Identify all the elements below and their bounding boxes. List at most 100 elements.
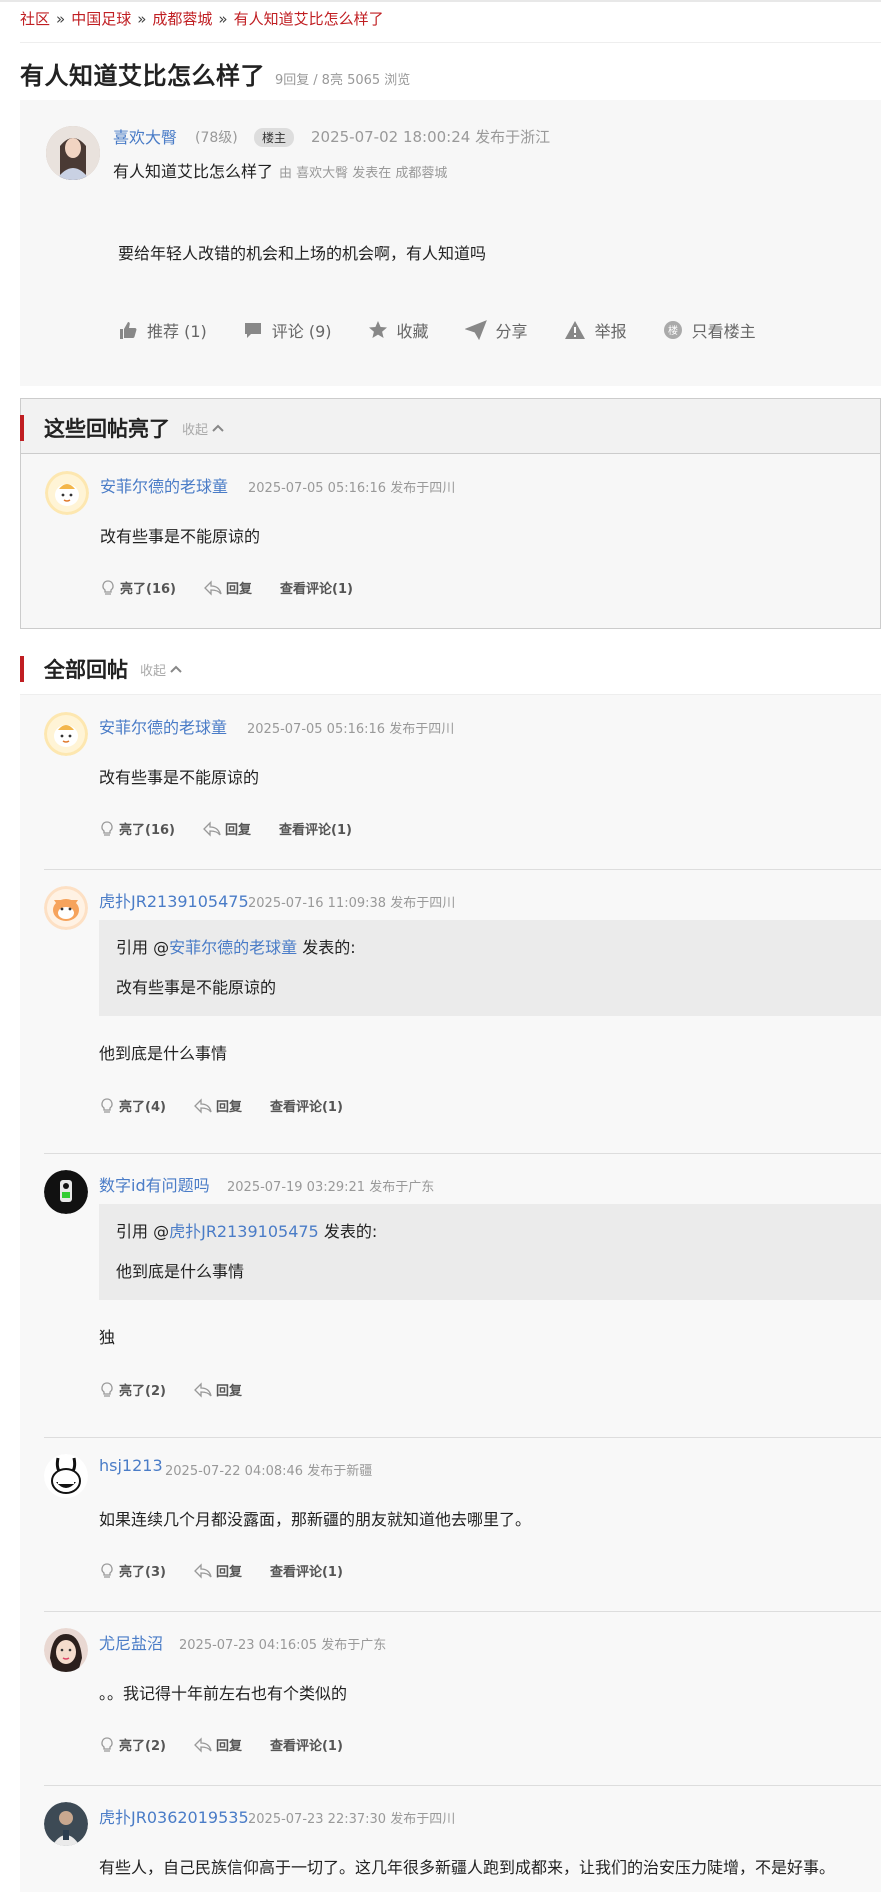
reply-button[interactable]: 回复 xyxy=(194,1380,242,1399)
thread-title: 有人知道艾比怎么样了 xyxy=(20,62,265,90)
avatar[interactable] xyxy=(45,471,89,515)
bulb-icon xyxy=(101,1562,113,1578)
reply-username[interactable]: 数字id有问题吗 xyxy=(99,1172,210,1196)
quote-block: 引用 @安菲尔德的老球童 发表的: 改有些事是不能原谅的 xyxy=(99,920,881,1016)
reply-button[interactable]: 回复 xyxy=(203,819,251,838)
reply-username[interactable]: 虎扑JR2139105475 xyxy=(99,888,249,912)
reply-arrow-icon xyxy=(203,820,221,837)
light-button[interactable]: 亮了(16) xyxy=(100,578,176,597)
bulb-icon xyxy=(101,1381,113,1397)
op-username[interactable]: 喜欢大臀 xyxy=(113,124,177,148)
reply-actions: 亮了(16) 回复 查看评论(1) xyxy=(99,819,380,838)
reply-button[interactable]: 回复 xyxy=(194,1561,242,1580)
star-icon xyxy=(368,321,387,338)
op-body: 要给年轻人改错的机会和上场的机会啊，有人知道吗 xyxy=(118,244,487,263)
reply-username[interactable]: 尤尼盐沼 xyxy=(99,1630,163,1654)
reply-actions: 亮了(2) 回复 xyxy=(99,1380,270,1399)
breadcrumb-current-thread[interactable]: 有人知道艾比怎么样了 xyxy=(234,10,384,28)
avatar[interactable] xyxy=(44,1454,88,1498)
view-comments-button[interactable]: 查看评论(1) xyxy=(279,819,352,838)
reply-time: 2025-07-05 05:16:16 发布于四川 xyxy=(247,722,455,737)
avatar[interactable] xyxy=(44,1802,88,1846)
floor-icon: 楼 xyxy=(663,321,682,339)
reply-actions: 亮了(16) 回复 查看评论(1) xyxy=(100,578,381,597)
reply-item: 尤尼盐沼 2025-07-23 04:16:05 发布于广东 。。我记得十年前左… xyxy=(20,1612,881,1786)
reply-button[interactable]: 回复 xyxy=(194,1735,242,1754)
reply-username[interactable]: hsj1213 xyxy=(99,1456,163,1475)
avatar[interactable] xyxy=(44,886,88,930)
light-button[interactable]: 亮了(4) xyxy=(99,1096,166,1115)
avatar[interactable] xyxy=(44,1170,88,1214)
light-button[interactable]: 亮了(2) xyxy=(99,1735,166,1754)
favorite-button[interactable]: 收藏 xyxy=(368,318,429,342)
quote-text: 改有些事是不能原谅的 xyxy=(116,978,277,997)
top-border xyxy=(0,0,881,2)
all-replies-title: 全部回帖 xyxy=(44,658,128,682)
reply-button[interactable]: 回复 xyxy=(204,578,252,597)
reply-text: 。。我记得十年前左右也有个类似的 xyxy=(99,1684,348,1703)
reply-arrow-icon xyxy=(194,1381,212,1398)
reply-text: 他到底是什么事情 xyxy=(99,1044,228,1063)
view-comments-button[interactable]: 查看评论(1) xyxy=(270,1735,343,1754)
light-button[interactable]: 亮了(2) xyxy=(99,1380,166,1399)
reply-button[interactable]: 回复 xyxy=(194,1096,242,1115)
hot-reply-item: 安菲尔德的老球童 2025-07-05 05:16:16 发布于四川 改有些事是… xyxy=(21,455,881,629)
all-replies-header: 全部回帖 收起 xyxy=(20,654,182,684)
quote-username[interactable]: 虎扑JR2139105475 xyxy=(169,1222,319,1241)
reply-time: 2025-07-05 05:16:16 发布于四川 xyxy=(248,481,456,496)
only-op-button[interactable]: 楼 只看楼主 xyxy=(663,318,756,342)
bulb-icon xyxy=(101,1736,113,1752)
comment-icon xyxy=(244,323,261,338)
light-button[interactable]: 亮了(3) xyxy=(99,1561,166,1580)
reply-item: hsj1213 2025-07-22 04:08:46 发布于新疆 如果连续几个… xyxy=(20,1438,881,1612)
op-avatar[interactable] xyxy=(46,126,100,180)
svg-text:楼: 楼 xyxy=(668,324,678,337)
breadcrumb-chengdu-rongcheng[interactable]: 成都蓉城 xyxy=(152,10,212,28)
comment-button[interactable]: 评论 (9) xyxy=(243,318,332,342)
reply-time: 2025-07-22 04:08:46 发布于新疆 xyxy=(165,1464,373,1479)
thumbs-up-icon xyxy=(120,322,137,339)
breadcrumb-separator: » xyxy=(218,10,228,28)
op-post-time: 2025-07-02 18:00:24 发布于浙江 xyxy=(311,128,551,146)
chevron-up-icon xyxy=(212,424,224,432)
breadcrumb-divider xyxy=(20,42,881,43)
reply-actions: 亮了(3) 回复 查看评论(1) xyxy=(99,1561,371,1580)
light-count: 8亮 xyxy=(321,73,343,88)
avatar[interactable] xyxy=(44,1628,88,1672)
hot-replies-title: 这些回帖亮了 xyxy=(44,417,170,441)
reply-time: 2025-07-16 11:09:38 发布于四川 xyxy=(248,896,456,911)
reply-time: 2025-07-23 04:16:05 发布于广东 xyxy=(179,1638,387,1653)
all-collapse-toggle[interactable]: 收起 xyxy=(140,660,182,679)
op-badge: 楼主 xyxy=(254,128,295,147)
view-comments-button[interactable]: 查看评论(1) xyxy=(280,578,353,597)
reply-username[interactable]: 安菲尔德的老球童 xyxy=(99,714,227,738)
report-button[interactable]: 举报 xyxy=(564,318,627,342)
quote-text: 他到底是什么事情 xyxy=(116,1262,245,1281)
breadcrumb-community[interactable]: 社区 xyxy=(20,10,50,28)
warning-icon xyxy=(564,321,585,339)
avatar[interactable] xyxy=(44,712,88,756)
reply-item: 虎扑JR0362019535 2025-07-23 22:37:30 发布于四川… xyxy=(20,1786,881,1892)
share-button[interactable]: 分享 xyxy=(464,318,528,342)
reply-text: 有些人，自己民族信仰高于一切了。这几年很多新疆人跑到成都来，让我们的治安压力陡增… xyxy=(99,1858,836,1877)
reply-username[interactable]: 安菲尔德的老球童 xyxy=(100,473,228,497)
view-count: 5065 浏览 xyxy=(347,73,411,88)
thread-header: 有人知道艾比怎么样了 9回复/8亮 5065 浏览 xyxy=(20,56,410,91)
bulb-icon xyxy=(101,1097,113,1113)
quote-username[interactable]: 安菲尔德的老球童 xyxy=(169,938,297,957)
paper-plane-icon xyxy=(464,320,487,340)
breadcrumb-china-football[interactable]: 中国足球 xyxy=(71,10,131,28)
op-subtitle: 有人知道艾比怎么样了由 喜欢大臀 发表在 成都蓉城 xyxy=(113,162,448,181)
reply-text: 改有些事是不能原谅的 xyxy=(99,768,260,787)
reply-username[interactable]: 虎扑JR0362019535 xyxy=(99,1804,249,1828)
recommend-button[interactable]: 推荐 (1) xyxy=(118,318,207,342)
reply-item: 数字id有问题吗 2025-07-19 03:29:21 发布于广东 引用 @虎… xyxy=(20,1154,881,1438)
reply-arrow-icon xyxy=(194,1736,212,1753)
reply-arrow-icon xyxy=(204,579,222,596)
view-comments-button[interactable]: 查看评论(1) xyxy=(270,1096,343,1115)
light-button[interactable]: 亮了(16) xyxy=(99,819,175,838)
bulb-icon xyxy=(101,820,113,836)
view-comments-button[interactable]: 查看评论(1) xyxy=(270,1561,343,1580)
reply-text: 独 xyxy=(99,1328,116,1347)
hot-collapse-toggle[interactable]: 收起 xyxy=(182,419,224,438)
